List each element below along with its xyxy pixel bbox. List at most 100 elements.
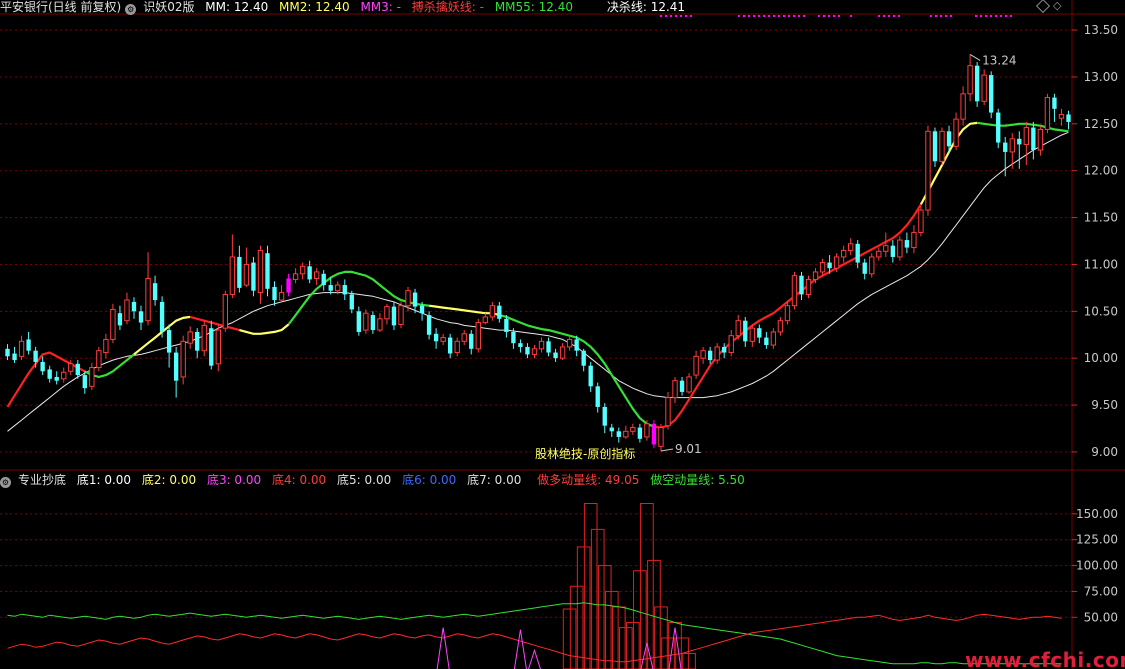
signal-dot <box>793 15 795 17</box>
candle-body <box>700 350 706 359</box>
candle-body <box>131 301 137 312</box>
bottom-signal-spike <box>668 627 682 669</box>
candle-body <box>454 340 460 354</box>
low-label: 9.01 <box>675 442 702 456</box>
candle-body <box>152 283 158 301</box>
candle-body <box>559 346 566 359</box>
chart-window: 9.00 9.50 10.00 10.50 11.00 11.50 12.00 12.50 13… <box>0 0 1125 669</box>
sub-y-tick-label: 125.00 <box>1076 533 1118 547</box>
ma-main-line <box>976 121 1069 133</box>
candle-body <box>911 232 917 249</box>
volume-bar <box>562 608 577 669</box>
ma-main-line <box>239 323 290 335</box>
volume-bar <box>604 590 619 669</box>
candle-body <box>686 376 692 393</box>
signal-dot <box>838 15 840 17</box>
candle-body <box>623 430 629 438</box>
candle-body <box>855 243 860 263</box>
candle-body <box>313 271 320 279</box>
candle-body <box>82 375 87 389</box>
signal-dot <box>823 15 825 17</box>
signal-dot <box>985 15 987 17</box>
indicator-name[interactable]: 识妖02版 <box>143 0 194 14</box>
volume-bar <box>626 621 640 669</box>
candle-body <box>869 256 875 275</box>
candle-body <box>791 275 798 307</box>
sub-indicator-name[interactable]: 专业抄底 <box>18 473 66 487</box>
d2-value: 底2: 0.00 <box>141 473 197 487</box>
bottom-signal-spike <box>640 643 654 669</box>
short-momentum-line <box>7 602 1062 665</box>
signal-dot <box>783 15 785 17</box>
candle-body <box>735 320 741 337</box>
candle-body <box>349 294 354 310</box>
y-tick-label: 9.00 <box>1091 445 1118 459</box>
volume-bar <box>583 503 598 669</box>
candle-body <box>827 262 832 269</box>
candle-body <box>840 249 847 258</box>
candle-body <box>370 315 376 331</box>
candle-body <box>630 427 636 432</box>
candle-body <box>946 131 952 147</box>
long-line-value: 做多动量线: 49.05 <box>537 473 640 487</box>
candle-body <box>356 311 362 332</box>
price-chart[interactable]: 9.00 9.50 10.00 10.50 11.00 11.50 12.00 12.50 13… <box>0 0 1125 669</box>
d5-value: 底5: 0.00 <box>337 473 392 487</box>
candle-body <box>679 380 685 392</box>
signal-dot <box>1000 15 1002 17</box>
volume-bar <box>611 606 626 669</box>
candle-body <box>777 320 784 333</box>
sub-y-tick-label: 75.00 <box>1084 584 1118 598</box>
signal-dot <box>975 15 977 17</box>
signal-dot <box>788 15 790 17</box>
candle-body <box>609 427 614 432</box>
d1-value: 底1: 0.00 <box>76 473 132 487</box>
candle-body <box>1058 113 1065 119</box>
candle-body <box>939 130 945 162</box>
candle-body <box>384 306 390 320</box>
candle-body <box>812 271 819 280</box>
signal-dot <box>670 15 672 17</box>
candle-body <box>419 305 425 314</box>
candle-body <box>672 380 678 399</box>
candle-body <box>299 265 306 275</box>
candle-body <box>18 340 25 357</box>
volume-bar <box>682 652 696 669</box>
settings-icon-sub[interactable]: ⚙ <box>0 477 11 488</box>
juesha-value: 决杀线: 12.41 <box>606 0 686 14</box>
chevron-up-icon[interactable]: ◇ <box>1053 0 1061 12</box>
signal-dot <box>818 15 820 17</box>
candle-body <box>989 75 994 113</box>
signal-dot <box>680 15 682 17</box>
ma-main-line <box>569 334 655 428</box>
signal-dot <box>753 15 755 17</box>
candle-body <box>433 333 439 342</box>
candle-body <box>546 341 551 353</box>
signal-dot <box>878 15 880 17</box>
low-marker <box>660 448 674 452</box>
candle-body <box>862 262 867 274</box>
y-tick-label: 12.50 <box>1084 117 1118 131</box>
candle-body <box>574 339 579 351</box>
settings-icon[interactable]: ⚙ <box>125 4 137 15</box>
candle-body <box>770 331 777 346</box>
candle-body <box>581 350 586 366</box>
candle-body <box>525 346 530 355</box>
candle-body <box>335 284 341 292</box>
candle-body <box>890 245 896 257</box>
candle-body <box>616 431 621 437</box>
candle-body <box>714 346 720 361</box>
y-tick-label: 13.50 <box>1084 23 1118 37</box>
candle-body <box>805 278 812 295</box>
candle-body <box>286 278 291 293</box>
signal-dot <box>738 15 740 17</box>
volume-bar <box>576 546 591 669</box>
candle-body <box>799 275 804 295</box>
candle-body <box>166 330 172 353</box>
candle-body <box>117 313 123 326</box>
candle-body <box>518 343 523 347</box>
signal-dot <box>898 15 900 17</box>
signal-dot <box>798 15 800 17</box>
stock-name[interactable]: 平安银行(日线 前复权) <box>0 0 121 14</box>
candle-body <box>321 273 326 286</box>
